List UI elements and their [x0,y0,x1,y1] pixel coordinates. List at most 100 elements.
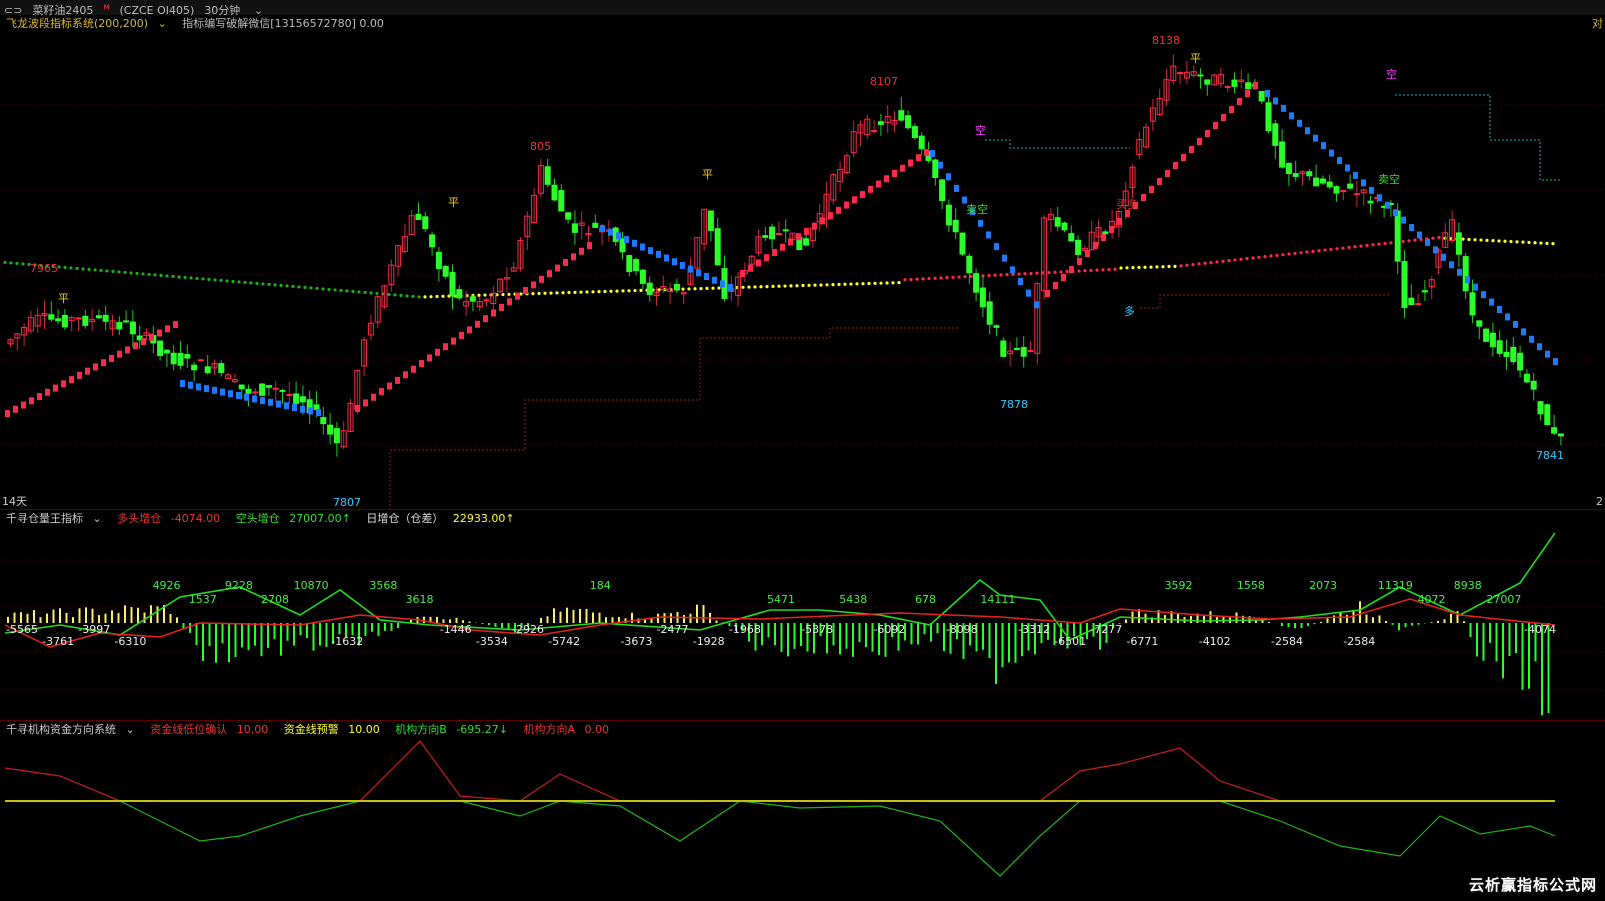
trail-mark [1489,298,1494,306]
trail-mark [1313,134,1318,142]
ma-dot [483,293,487,297]
volume-value-label: -7277 [1090,623,1122,636]
trail-mark [688,265,693,273]
main-indicator-name[interactable]: 飞龙波段指标系统(200,200) ⌄ [6,17,173,30]
panel-divider[interactable] [0,720,1605,721]
fund-indicator-name[interactable]: 千寻机构资金方向系统 ⌄ [6,723,141,736]
candle-body [911,126,918,139]
candle-body [1013,347,1020,350]
trail-mark [125,346,130,354]
ma-dot [1077,269,1081,273]
trail-mark [624,236,629,244]
symbol-name[interactable]: 菜籽油2405 M [32,3,109,17]
trail-mark [539,275,544,283]
candle-body [1265,102,1272,132]
ma-dot [201,277,205,281]
trail-mark [1165,170,1170,177]
trail-mark [1457,268,1462,276]
candle-body [157,340,164,356]
volume-indicator-name[interactable]: 千寻仓量王指标 ⌄ [6,512,108,525]
trail-mark [435,348,440,356]
candle-body [1068,233,1075,242]
volume-value-label: -2584 [1271,635,1303,648]
candle-body [75,317,82,320]
candle-body [483,299,490,302]
candle-body [905,115,912,129]
symbol-code: (CZCE OI405) [119,3,195,17]
ma-dot [1329,247,1333,251]
trail-mark [804,227,809,235]
candle-body [1523,373,1530,383]
candle-body [116,321,123,330]
trail-mark [764,254,769,262]
ma-dot [165,274,169,278]
ma-dot [81,267,85,271]
trail-mark [1117,218,1122,225]
candles [7,54,1564,457]
ma-dot [1119,266,1123,270]
trail-mark [1281,104,1286,112]
period-selector[interactable]: 30分钟 ⌄ [204,4,273,17]
ma-dot [741,285,745,289]
ma-dot [627,289,631,293]
ma-dot [945,276,949,280]
trail-mark [523,287,528,295]
panel-divider[interactable] [0,509,1605,510]
trail-mark [149,333,154,341]
volume-value-label: 11319 [1378,579,1413,592]
candle-body [177,352,184,366]
ma-dot [837,282,841,287]
trail-mark [664,254,669,262]
ma-dot [267,282,271,287]
candle-body [558,190,565,212]
volume-value-label: -1968 [729,623,761,636]
trail-mark [1305,127,1310,135]
ma-dot [933,276,937,280]
volume-chart[interactable]: -5565 -3761 -3997 -6310 4926 1537 9228 2708 1087… [0,525,1605,720]
candle-body [1279,141,1286,168]
ma-dot [831,283,835,287]
fund-chart[interactable] [0,736,1605,901]
ma-dot [411,294,415,299]
volume-value-label: -6310 [114,635,146,648]
trail-mark [387,382,392,390]
price-label: 7965 [30,262,58,275]
candle-body [1054,217,1061,227]
ma-dot [315,286,319,291]
ma-dot [1143,265,1147,269]
candle-body [1503,351,1510,357]
signal-label: 卖空 [1378,172,1400,186]
time-axis-left: 14天 [2,495,27,508]
trail-mark [109,354,114,362]
candle-body [633,259,640,272]
ma-dot [183,275,187,280]
trail-mark [1345,164,1350,172]
candle-body [48,314,55,320]
ma-dot [1515,240,1519,244]
trail-mark [260,397,265,405]
trail-mark [756,259,761,267]
candlestick-chart[interactable]: 796580581078138780778787841平平平平空空多卖空卖空买多 [0,30,1605,510]
volume-line-red [4,598,1556,648]
ma-dot [1149,265,1153,269]
ma-dot [543,291,547,295]
link-icon[interactable]: ⊂⊃ [4,4,22,17]
trail-mark [515,292,520,300]
trail-mark [268,398,273,406]
trail-mark [1237,98,1242,105]
ma-dot [765,284,769,289]
candle-body [1204,79,1211,85]
candle-body [639,269,646,284]
ma-dot [423,295,427,299]
stop-line-short [1395,94,1560,181]
trail-mark [600,225,605,232]
candle-body [184,354,191,359]
main-indicator-header: 飞龙波段指标系统(200,200) ⌄ 指标编写破解微信[13156572780… [6,17,390,31]
ma-dot [897,281,901,285]
candle-body [945,204,952,226]
trail-mark [1197,138,1202,145]
candle-body [259,383,266,396]
candle-body [762,235,769,238]
ma-dot [213,278,217,282]
ma-dot [387,292,391,297]
